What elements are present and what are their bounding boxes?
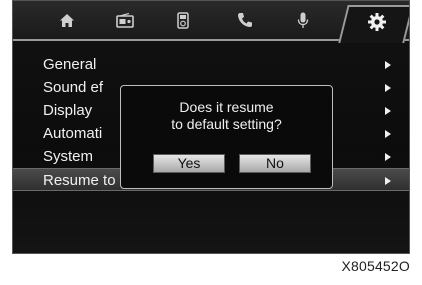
media-icon xyxy=(177,11,189,29)
menu-item-label: Display xyxy=(43,102,93,119)
menu-item-general[interactable]: General xyxy=(13,53,409,76)
confirm-dialog: Does it resume to default setting? Yes N… xyxy=(120,85,333,189)
dialog-message: Does it resume to default setting? xyxy=(121,99,332,133)
yes-button[interactable]: Yes xyxy=(153,154,225,173)
media-tab[interactable] xyxy=(163,7,203,33)
dialog-message-line-2: to default setting? xyxy=(171,116,282,132)
chevron-right-icon xyxy=(385,84,391,92)
chevron-right-icon xyxy=(385,130,391,138)
microphone-icon xyxy=(297,12,309,28)
dialog-message-line-1: Does it resume xyxy=(179,99,274,115)
top-tab-bar xyxy=(13,1,409,43)
head-unit-screen: General Sound ef Display Automati System… xyxy=(12,0,410,254)
figure-code: X805452O xyxy=(341,258,410,274)
settings-tab[interactable] xyxy=(355,9,399,35)
radio-tab[interactable] xyxy=(105,7,145,33)
no-button[interactable]: No xyxy=(239,154,311,173)
chevron-right-icon xyxy=(385,61,391,69)
menu-item-label: General xyxy=(43,56,97,73)
voice-tab[interactable] xyxy=(283,7,323,33)
chevron-right-icon xyxy=(385,153,391,161)
home-tab[interactable] xyxy=(47,7,87,33)
phone-icon xyxy=(238,13,252,27)
menu-item-label: Sound ef xyxy=(43,79,104,96)
chevron-right-icon xyxy=(385,177,391,185)
phone-tab[interactable] xyxy=(225,7,265,33)
menu-item-label: System xyxy=(43,148,94,165)
radio-icon xyxy=(116,12,134,28)
gear-icon xyxy=(368,13,386,31)
chevron-right-icon xyxy=(385,107,391,115)
menu-item-label: Automati xyxy=(43,125,103,142)
home-icon xyxy=(60,13,74,27)
